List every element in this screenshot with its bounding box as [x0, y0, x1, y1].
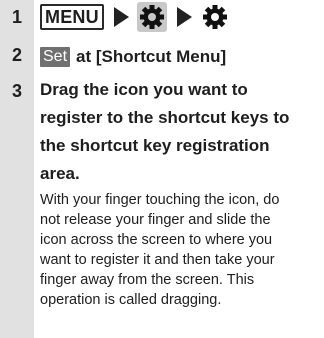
step-3-heading: Drag the icon you want to register to th… [40, 76, 324, 188]
body-line: With your finger touching the icon, do [40, 192, 280, 208]
menu-key[interactable]: MENU [40, 4, 104, 30]
heading-line: Drag the icon you want to [40, 80, 248, 99]
heading-line: the shortcut key registration [40, 136, 270, 155]
step-3-body: With your finger touching the icon, do n… [40, 190, 324, 310]
body-line: icon across the screen to where you [40, 232, 273, 248]
body-line: not release your finger and slide the [40, 212, 271, 228]
body-line: operation is called dragging. [40, 292, 222, 308]
heading-line: register to the shortcut keys to [40, 108, 290, 127]
menu-path: MENU [40, 2, 324, 32]
right-arrow-icon [113, 7, 129, 27]
body-line: want to register it and then take your [40, 252, 275, 268]
heading-line: area. [40, 164, 80, 183]
settings-gear-icon[interactable] [200, 2, 230, 32]
step-number: 1 [11, 7, 22, 27]
body-line: finger away from the screen. This [40, 272, 255, 288]
step-number: 2 [11, 45, 22, 65]
settings-gear-icon[interactable] [136, 2, 167, 32]
step-2-text: at [Shortcut Menu] [76, 47, 227, 66]
step-number: 3 [11, 81, 22, 101]
set-button[interactable]: Set [40, 47, 71, 67]
step-2-row: Set at [Shortcut Menu] [40, 42, 324, 72]
right-arrow-icon [176, 7, 192, 27]
